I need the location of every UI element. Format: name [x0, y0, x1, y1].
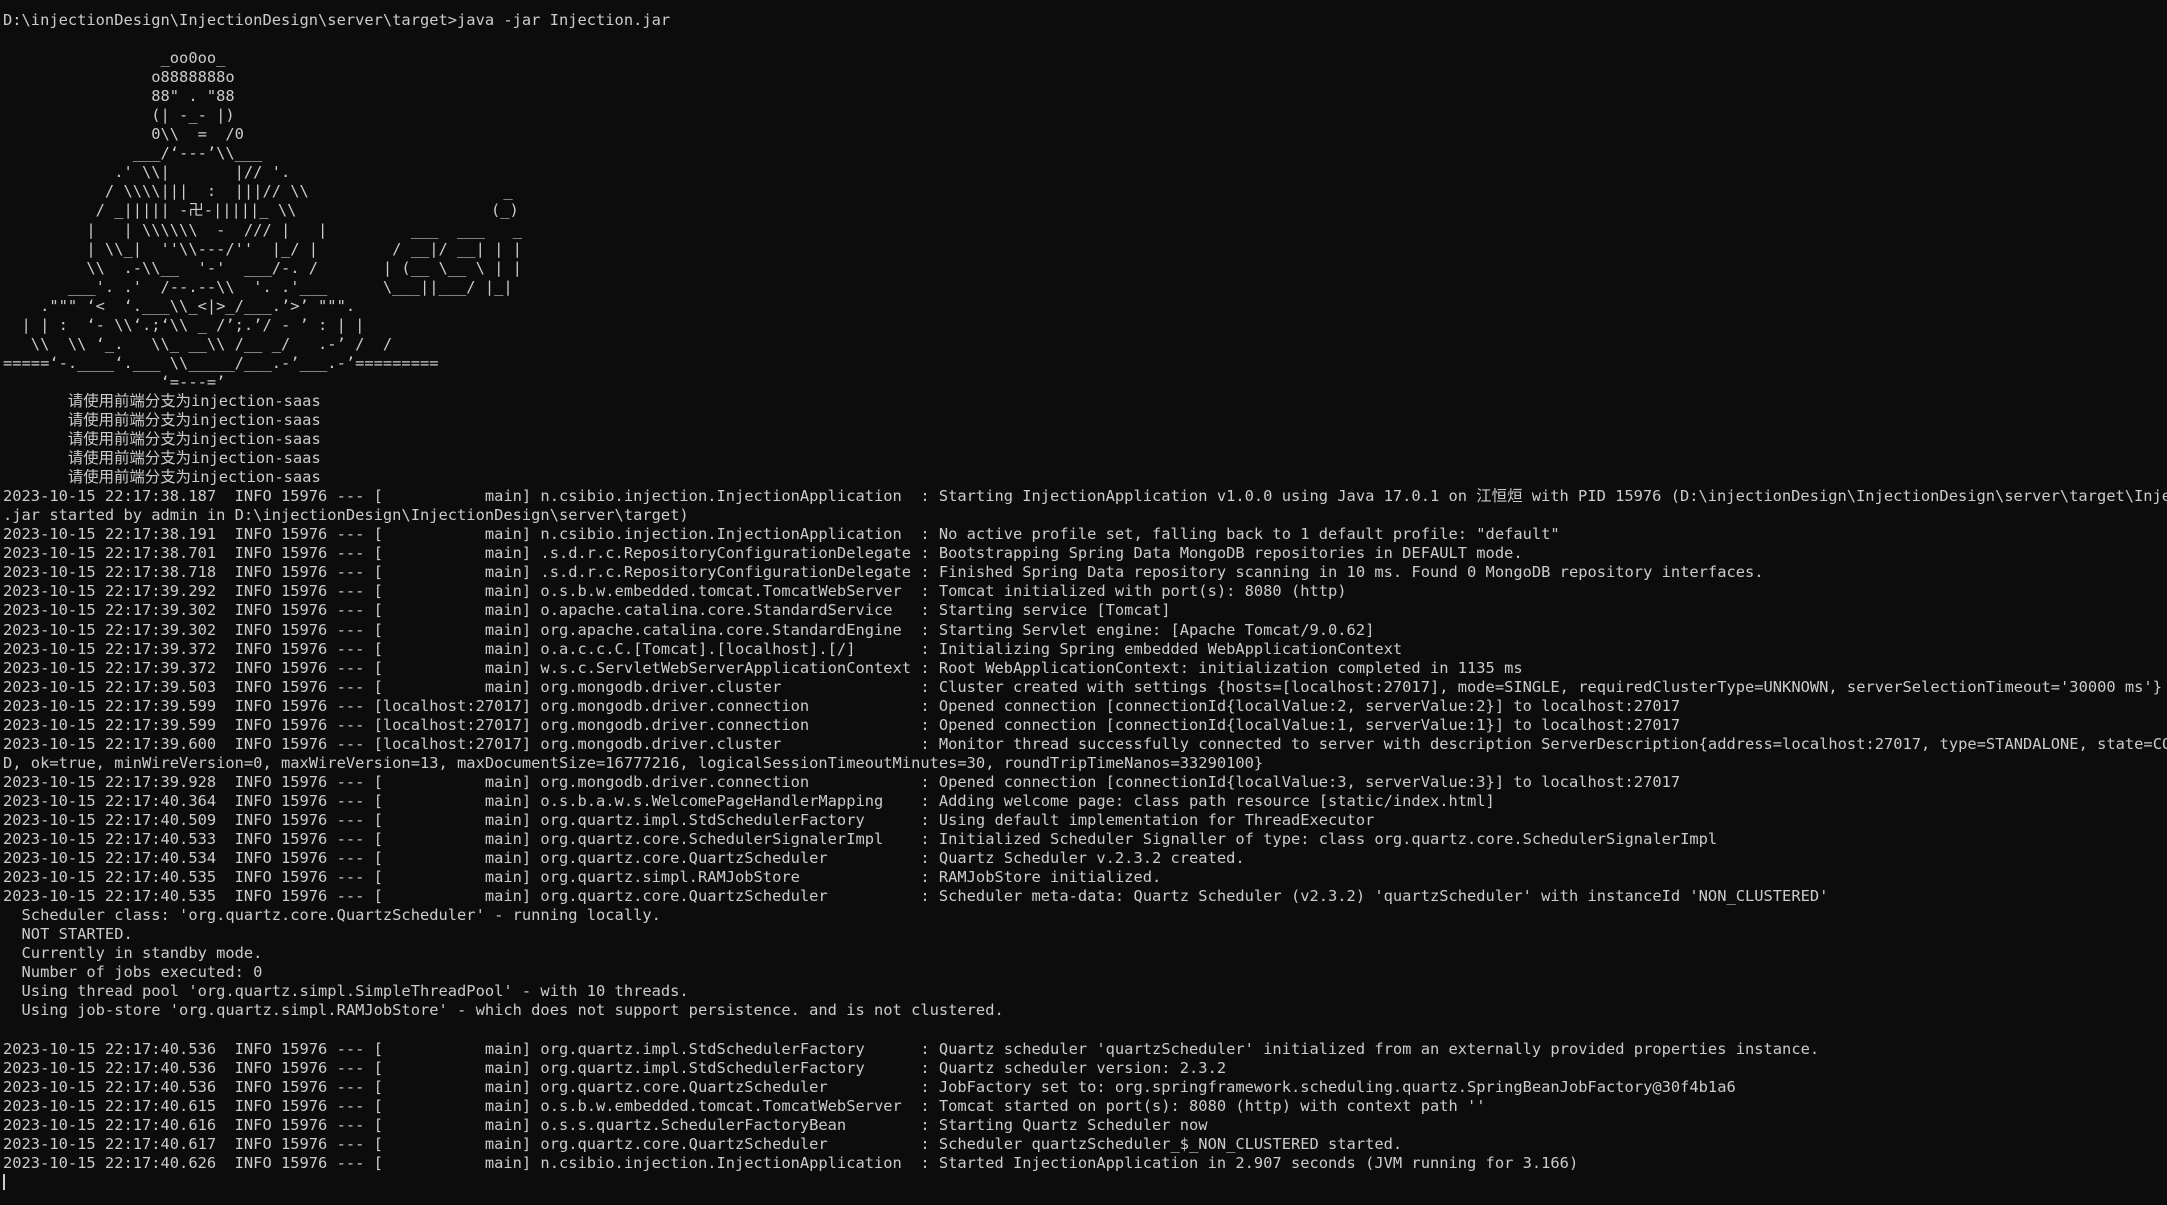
terminal-line: 2023-10-15 22:17:39.599 INFO 15976 --- [… [3, 715, 1681, 734]
terminal-line: 2023-10-15 22:17:40.509 INFO 15976 --- [… [3, 810, 1375, 829]
terminal-line: Scheduler class: 'org.quartz.core.Quartz… [3, 906, 661, 925]
terminal-line: 2023-10-15 22:17:40.534 INFO 15976 --- [… [3, 849, 1245, 868]
terminal-line: 88" . "88 [3, 87, 235, 106]
terminal-line: _oo0oo_ [3, 49, 226, 68]
terminal-line: / _||||| -卍-|||||_ \\ (_) [3, 201, 519, 220]
terminal-line: 2023-10-15 22:17:39.372 INFO 15976 --- [… [3, 658, 1523, 677]
terminal-line: 2023-10-15 22:17:38.187 INFO 15976 --- [… [3, 487, 2167, 506]
terminal-line: 2023-10-15 22:17:40.535 INFO 15976 --- [… [3, 868, 1162, 887]
terminal-line: / \\\\||| : |||// \\ _ [3, 182, 513, 201]
terminal-line: 2023-10-15 22:17:40.617 INFO 15976 --- [… [3, 1134, 1403, 1153]
terminal-line: .""" ‘< ‘.___\\_<|>_/___.’>’ """. [3, 296, 356, 315]
terminal-line: 2023-10-15 22:17:39.302 INFO 15976 --- [… [3, 601, 1171, 620]
terminal-window[interactable]: D:\injectionDesign\InjectionDesign\serve… [0, 0, 2167, 1205]
terminal-line: ___'. .' /--.--\\ '. .'___ \___||___/ |_… [3, 277, 513, 296]
terminal-line: 2023-10-15 22:17:40.615 INFO 15976 --- [… [3, 1096, 1486, 1115]
terminal-line: \\ \\ ‘_. \\_ __\\ /__ _/ .-’ / / [3, 334, 393, 353]
terminal-line: 2023-10-15 22:17:40.536 INFO 15976 --- [… [3, 1039, 1820, 1058]
terminal-line: 2023-10-15 22:17:40.626 INFO 15976 --- [… [3, 1153, 1579, 1172]
terminal-line: 请使用前端分支为injection-saas [3, 410, 321, 429]
terminal-line: .jar started by admin in D:\injectionDes… [3, 506, 689, 525]
terminal-line: | | \\\\\\ - /// | | ___ ___ _ [3, 220, 522, 239]
terminal-line: Using thread pool 'org.quartz.simpl.Simp… [3, 982, 689, 1001]
terminal-line: 2023-10-15 22:17:39.599 INFO 15976 --- [… [3, 696, 1681, 715]
terminal-line: (| -_- |) [3, 106, 235, 125]
terminal-line: | | : ‘- \\‘.;‘\\ _ /’;.’/ - ’ : | | [3, 315, 365, 334]
terminal-line: Number of jobs executed: 0 [3, 963, 263, 982]
terminal-line: 2023-10-15 22:17:40.535 INFO 15976 --- [… [3, 887, 1829, 906]
terminal-line: 2023-10-15 22:17:39.600 INFO 15976 --- [… [3, 734, 2167, 753]
terminal-line: NOT STARTED. [3, 925, 133, 944]
terminal-line: ‘=---=’ [3, 372, 226, 391]
terminal-line: 2023-10-15 22:17:39.292 INFO 15976 --- [… [3, 582, 1347, 601]
terminal-line: 请使用前端分支为injection-saas [3, 391, 321, 410]
terminal-line: 请使用前端分支为injection-saas [3, 468, 321, 487]
terminal-output: D:\injectionDesign\InjectionDesign\serve… [3, 11, 2167, 1173]
terminal-line: | \\_| ''\\---/'' |_/ | / __|/ __| | | [3, 239, 522, 258]
terminal-line: 0\\ = /0 [3, 125, 244, 144]
terminal-line: 请使用前端分支为injection-saas [3, 449, 321, 468]
terminal-line: 2023-10-15 22:17:38.191 INFO 15976 --- [… [3, 525, 1560, 544]
terminal-line: 2023-10-15 22:17:39.503 INFO 15976 --- [… [3, 677, 2162, 696]
terminal-line: D, ok=true, minWireVersion=0, maxWireVer… [3, 753, 1264, 772]
terminal-line: 2023-10-15 22:17:38.701 INFO 15976 --- [… [3, 544, 1523, 563]
terminal-line: 请使用前端分支为injection-saas [3, 430, 321, 449]
terminal-line: 2023-10-15 22:17:40.536 INFO 15976 --- [… [3, 1058, 1227, 1077]
terminal-line: 2023-10-15 22:17:39.372 INFO 15976 --- [… [3, 639, 1403, 658]
terminal-line: \\ .-\\__ '-' ___/-. / | (__ \__ \ | | [3, 258, 522, 277]
text-cursor [3, 1173, 5, 1190]
terminal-line: Using job-store 'org.quartz.simpl.RAMJob… [3, 1001, 1004, 1020]
terminal-line: 2023-10-15 22:17:40.616 INFO 15976 --- [… [3, 1115, 1208, 1134]
terminal-line: ___/‘---’\\___ [3, 144, 263, 163]
terminal-line: .' \\| |// '. [3, 163, 291, 182]
terminal-line: 2023-10-15 22:17:38.718 INFO 15976 --- [… [3, 563, 1764, 582]
terminal-line: o8888888o [3, 68, 235, 87]
prompt-line[interactable] [3, 1173, 2167, 1192]
terminal-line: 2023-10-15 22:17:39.928 INFO 15976 --- [… [3, 772, 1681, 791]
terminal-line: 2023-10-15 22:17:40.536 INFO 15976 --- [… [3, 1077, 1736, 1096]
terminal-line: 2023-10-15 22:17:40.533 INFO 15976 --- [… [3, 830, 1718, 849]
terminal-line: 2023-10-15 22:17:40.364 INFO 15976 --- [… [3, 791, 1495, 810]
terminal-line: 2023-10-15 22:17:39.302 INFO 15976 --- [… [3, 620, 1375, 639]
terminal-line: D:\injectionDesign\InjectionDesign\serve… [3, 11, 671, 29]
terminal-line: =====‘-.____‘.___ \\_____/___.-’___.-’==… [3, 353, 439, 372]
terminal-line: Currently in standby mode. [3, 944, 263, 963]
